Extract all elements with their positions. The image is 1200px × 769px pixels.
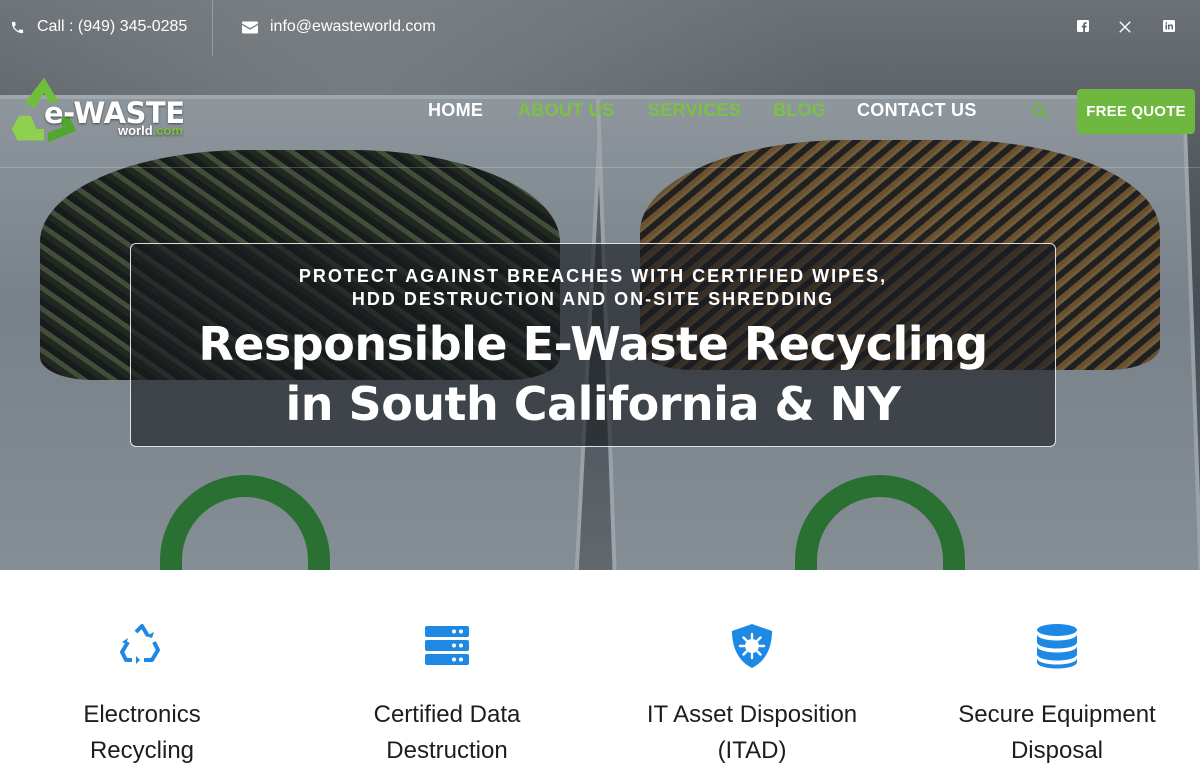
server-icon [425, 626, 469, 665]
service-title-line1: IT Asset Disposition [646, 701, 858, 728]
hero-title-line1: Responsible E-Waste Recycling [198, 317, 988, 371]
facebook-icon[interactable] [1075, 20, 1091, 36]
service-it-asset-disposition[interactable]: IT Asset Disposition (ITAD) [602, 622, 902, 769]
search-icon[interactable] [1031, 102, 1049, 120]
logo-subtext: world.com [118, 123, 183, 138]
envelope-icon [242, 21, 258, 33]
hero-kicker-line1: PROTECT AGAINST BREACHES WITH CERTIFIED … [298, 266, 888, 286]
service-certified-data-destruction[interactable]: Certified Data Destruction [297, 622, 597, 769]
phone-icon [11, 21, 24, 33]
recycle-icon [120, 624, 160, 664]
nav-services[interactable]: SERVICES [648, 100, 741, 121]
service-title-line2: Recycling [89, 737, 195, 764]
service-title-line1: Electronics [83, 701, 201, 728]
service-title-line2: Disposal [1010, 737, 1104, 764]
phone-text: Call : (949) 345-0285 [37, 18, 188, 35]
nav-blog[interactable]: BLOG [773, 100, 826, 121]
linkedin-icon[interactable] [1161, 20, 1177, 36]
email-contact[interactable]: info@ewasteworld.com [242, 18, 436, 36]
service-title: Certified Data Destruction [297, 697, 597, 769]
hero-section: Call : (949) 345-0285 info@ewasteworld.c… [0, 0, 1200, 570]
database-icon [1037, 624, 1077, 669]
topbar-divider [212, 0, 213, 56]
logo-sub-world: world [118, 123, 153, 138]
service-title-line2: Destruction [386, 737, 508, 764]
service-title: Secure Equipment Disposal [907, 697, 1200, 769]
email-text: info@ewasteworld.com [270, 18, 436, 35]
service-title-line1: Certified Data [373, 701, 521, 728]
free-quote-button[interactable]: FREE QUOTE [1077, 89, 1195, 134]
x-icon[interactable] [1117, 20, 1133, 36]
service-title: IT Asset Disposition (ITAD) [602, 697, 902, 769]
service-title: Electronics Recycling [0, 697, 292, 769]
hero-banner: PROTECT AGAINST BREACHES WITH CERTIFIED … [130, 243, 1056, 447]
nav-about-us[interactable]: ABOUT US [518, 100, 614, 121]
service-electronics-recycling[interactable]: Electronics Recycling [0, 622, 292, 769]
main-nav: HOME ABOUT US SERVICES BLOG CONTACT US [0, 100, 1200, 124]
nav-home[interactable]: HOME [428, 100, 483, 121]
nav-contact-us[interactable]: CONTACT US [857, 100, 977, 121]
hero-kicker-line2: HDD DESTRUCTION AND ON-SITE SHREDDING [351, 289, 835, 309]
logo-sub-com: .com [152, 123, 184, 138]
shield-virus-icon [732, 624, 772, 668]
top-bar: Call : (949) 345-0285 info@ewasteworld.c… [0, 0, 1200, 56]
service-title-line2: (ITAD) [717, 737, 787, 764]
phone-contact[interactable]: Call : (949) 345-0285 [10, 18, 187, 36]
service-secure-equipment-disposal[interactable]: Secure Equipment Disposal [907, 622, 1200, 769]
service-title-line1: Secure Equipment [958, 701, 1156, 728]
hero-title-line2: in South California & NY [285, 377, 901, 431]
nav-divider [0, 167, 1200, 168]
